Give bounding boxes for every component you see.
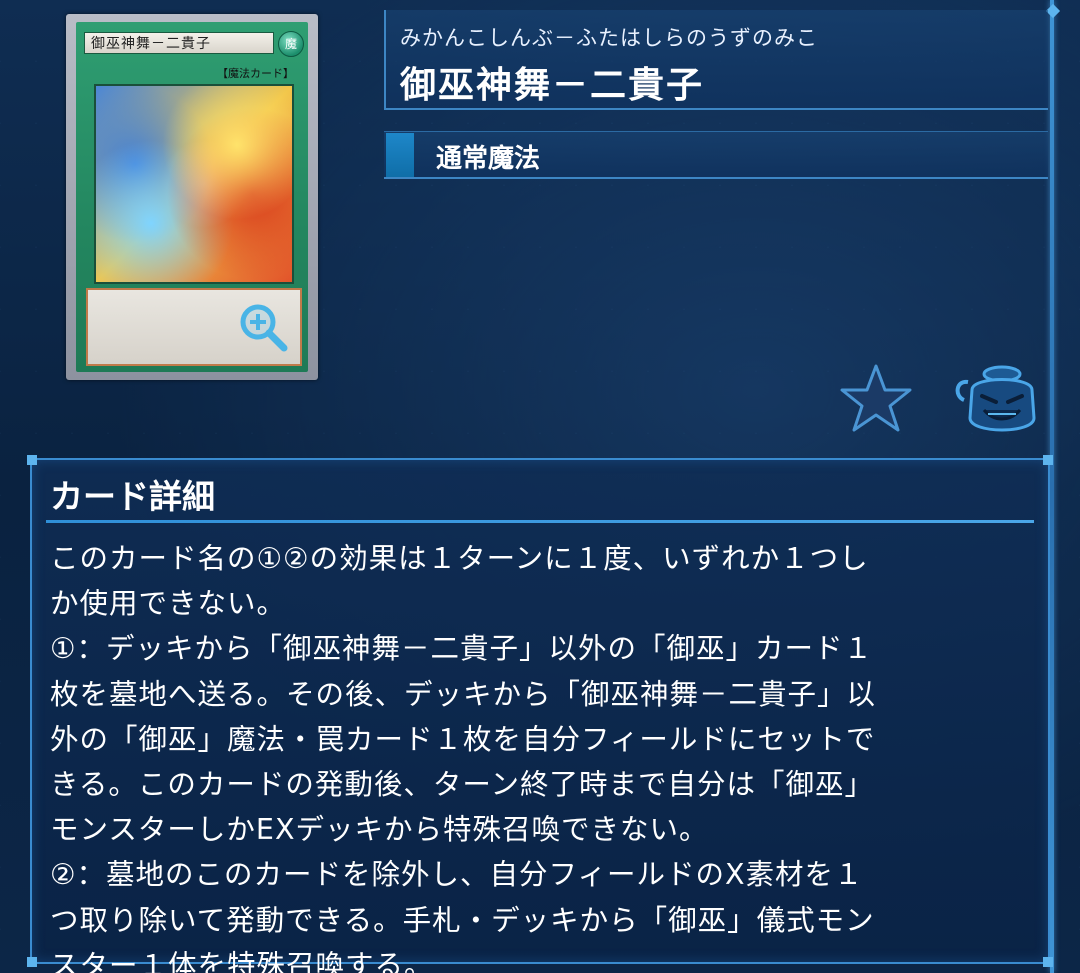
effect-line: つ取り除いて発動できる。手札・デッキから「御巫」儀式モン	[50, 903, 875, 937]
heading-divider	[46, 520, 1034, 523]
card-text-box	[86, 288, 302, 366]
effect-line: ①：デッキから「御巫神舞－二貴子」以外の「御巫」カード１	[50, 632, 874, 666]
card-type: 通常魔法	[436, 144, 541, 174]
corner-ornament	[1043, 455, 1053, 465]
card-artwork	[94, 84, 294, 284]
corner-ornament	[27, 957, 37, 967]
pot-of-greed-icon[interactable]	[950, 360, 1042, 440]
card-type-panel: 通常魔法	[384, 131, 1048, 179]
effect-line: 枚を墓地へ送る。その後、デッキから「御巫神舞－二貴子」以	[50, 677, 877, 711]
effect-line: か使用できない。	[50, 587, 287, 621]
card-name-reading: みかんこしんぶ－ふたはしらのうずのみこ	[400, 26, 818, 50]
effect-line: ②：墓地のこのカードを除外し、自分フィールドのX素材を１	[50, 858, 864, 892]
rail-ornament	[1045, 3, 1061, 19]
card-image-name: 御巫神舞－二貴子	[84, 32, 274, 54]
effect-line: きる。このカードの発動後、ターン終了時まで自分は「御巫」	[50, 768, 875, 802]
effect-line: モンスターしかEXデッキから特殊召喚できない。	[50, 813, 709, 847]
effect-line: 外の「御巫」魔法・罠カード１枚を自分フィールドにセットで	[50, 722, 876, 756]
details-heading: カード詳細	[50, 477, 215, 516]
star-icon[interactable]	[838, 362, 914, 434]
card-image-frame[interactable]: 御巫神舞－二貴子 魔 【魔法カード】	[66, 14, 318, 380]
zoom-in-icon[interactable]	[236, 300, 290, 354]
card-name-panel: みかんこしんぶ－ふたはしらのうずのみこ 御巫神舞－二貴子	[384, 10, 1048, 110]
card-image-type-line: 【魔法カード】	[217, 67, 294, 80]
type-marker	[386, 133, 414, 177]
card-effect-text: このカード名の①②の効果は１ターンに１度、いずれか１つし か使用できない。 ①：…	[50, 536, 1032, 973]
corner-ornament	[1043, 957, 1053, 967]
spell-attribute-icon: 魔	[278, 31, 304, 57]
effect-line: このカード名の①②の効果は１ターンに１度、いずれか１つし	[50, 542, 869, 575]
card-image: 御巫神舞－二貴子 魔 【魔法カード】	[76, 22, 308, 372]
card-details-panel: カード詳細 このカード名の①②の効果は１ターンに１度、いずれか１つし か使用でき…	[27, 455, 1053, 973]
corner-ornament	[27, 455, 37, 465]
right-edge-rail	[1050, 0, 1054, 973]
card-name: 御巫神舞－二貴子	[400, 65, 705, 106]
effect-line: スター１体を特殊召喚する。	[50, 948, 434, 973]
